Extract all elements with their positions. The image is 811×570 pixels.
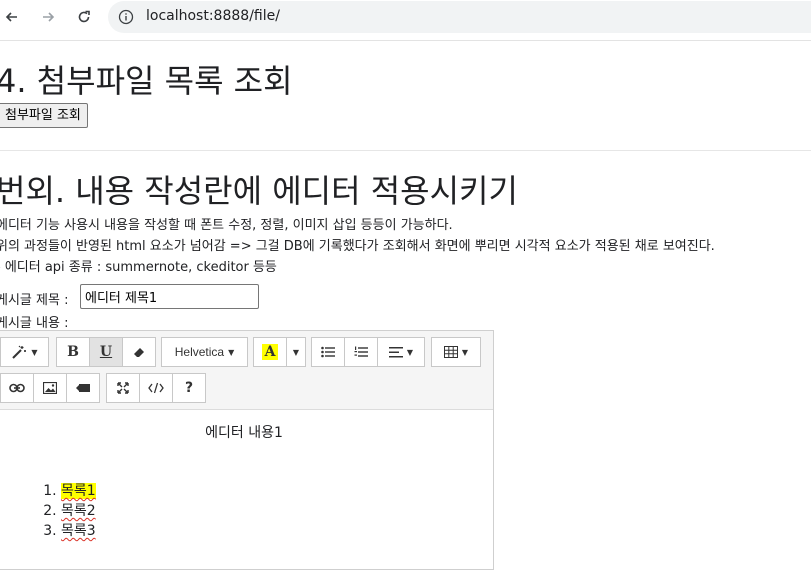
table-icon: [443, 346, 458, 358]
color-dropdown-button[interactable]: ▼: [286, 337, 306, 367]
bonus-heading: 번외. 내용 작성란에 에디터 적용시키기: [0, 172, 518, 210]
font-name-label: Helvetica: [174, 345, 225, 359]
site-info-icon[interactable]: [118, 9, 134, 25]
list-item-text: 목록3: [61, 523, 96, 539]
description-line-3: - 에디터 api 종류 : summernote, ckeditor 등등: [0, 260, 277, 275]
editor-toolbar: ▼ B U Helvetica ▼ A ▼ ▼ ▼ ?: [0, 331, 493, 410]
content-label: 게시글 내용 :: [0, 316, 69, 331]
underline-button[interactable]: U: [89, 337, 123, 367]
code-icon: [148, 382, 164, 394]
bullet-list-icon: [321, 346, 335, 358]
chrome-divider: [0, 40, 811, 41]
list-item: 목록3: [61, 521, 96, 541]
eraser-icon: [134, 348, 144, 357]
font-name-dropdown[interactable]: Helvetica ▼: [161, 337, 248, 367]
bold-button[interactable]: B: [56, 337, 90, 367]
section4-heading: 4. 첨부파일 목록 조회: [0, 62, 293, 100]
address-bar[interactable]: localhost:8888/file/: [108, 1, 811, 33]
url-text: localhost:8888/file/: [146, 8, 280, 24]
link-icon: [9, 383, 25, 393]
title-label: 게시글 제목 :: [0, 293, 69, 308]
video-icon: [76, 384, 90, 392]
fullscreen-button[interactable]: [106, 373, 140, 403]
picture-icon: [43, 382, 57, 394]
attachment-list-button[interactable]: 첨부파일 조회: [0, 103, 88, 128]
centered-text-value: 에디터 내용1: [205, 425, 283, 441]
align-left-icon: [388, 346, 403, 357]
code-view-button[interactable]: [139, 373, 173, 403]
paragraph-align-dropdown[interactable]: ▼: [377, 337, 425, 367]
editor-centered-text: 에디터 내용1: [0, 422, 493, 442]
magic-wand-icon: [12, 345, 27, 359]
list-item: 목록2: [61, 501, 96, 521]
insert-video-button[interactable]: [66, 373, 100, 403]
list-item-text: 목록2: [61, 503, 96, 519]
title-input[interactable]: [80, 284, 259, 309]
help-button[interactable]: ?: [172, 373, 206, 403]
numbered-list-icon: [354, 346, 368, 357]
text-color-icon: A: [261, 344, 279, 360]
back-arrow-icon[interactable]: [1, 6, 23, 28]
ordered-list-button[interactable]: [344, 337, 378, 367]
forward-arrow-icon[interactable]: [37, 6, 59, 28]
reload-icon[interactable]: [73, 6, 95, 28]
browser-toolbar: localhost:8888/file/: [0, 0, 811, 36]
description-line-1: 에디터 기능 사용시 내용을 작성할 때 폰트 수정, 정렬, 이미지 삽입 등…: [0, 218, 453, 233]
section-divider: [0, 150, 811, 151]
clear-format-button[interactable]: [122, 337, 156, 367]
recent-color-button[interactable]: A: [253, 337, 287, 367]
chevron-down-icon: ▼: [292, 347, 300, 357]
list-item: 목록1: [61, 481, 96, 501]
style-dropdown-button[interactable]: ▼: [0, 337, 49, 367]
editor-content-area[interactable]: 에디터 내용1 목록1 목록2 목록3: [0, 409, 493, 569]
expand-icon: [117, 382, 129, 394]
list-item-text: 목록1: [61, 483, 96, 499]
table-dropdown-button[interactable]: ▼: [431, 337, 481, 367]
insert-link-button[interactable]: [0, 373, 34, 403]
unordered-list-button[interactable]: [311, 337, 345, 367]
insert-picture-button[interactable]: [33, 373, 67, 403]
description-line-2: 위의 과정들이 반영된 html 요소가 넘어감 => 그걸 DB에 기록했다가…: [0, 239, 715, 254]
editor-ordered-list: 목록1 목록2 목록3: [41, 481, 96, 541]
rich-text-editor: ▼ B U Helvetica ▼ A ▼ ▼ ▼ ? 에디터 내용1 1. 목…: [0, 330, 494, 570]
